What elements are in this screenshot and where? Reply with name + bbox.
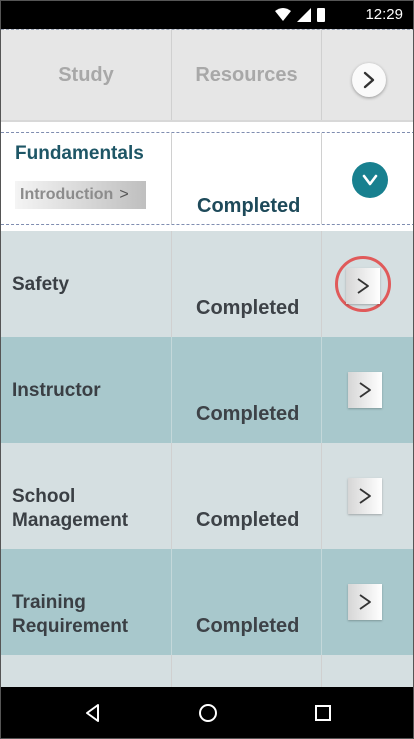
lesson-row-instructor[interactable]: Instructor Completed — [1, 337, 413, 443]
open-lesson-button[interactable] — [346, 268, 380, 304]
column-divider — [171, 443, 172, 549]
lesson-name-line: Safety — [12, 274, 70, 295]
module-title: Fundamentals — [15, 143, 144, 164]
collapse-module-button[interactable] — [352, 162, 388, 198]
introduction-label: Introduction — [20, 186, 114, 203]
lesson-name: Safety — [12, 273, 69, 297]
open-lesson-button[interactable] — [348, 372, 382, 408]
lesson-list: Safety Completed Instructor Completed Sc… — [1, 231, 413, 687]
column-divider — [171, 133, 172, 224]
lesson-name-line: Training — [12, 592, 86, 613]
header-next-button[interactable] — [352, 63, 386, 97]
column-divider — [321, 443, 322, 549]
column-divider — [321, 549, 322, 655]
lesson-name: Instructor — [12, 379, 101, 403]
signal-icon — [297, 8, 311, 22]
lesson-name: Training Requirement — [12, 591, 128, 639]
column-divider — [321, 337, 322, 443]
chevron-right-icon — [363, 71, 375, 89]
lesson-row-training-requirement[interactable]: Training Requirement Completed — [1, 549, 413, 655]
lesson-status: Completed — [196, 509, 300, 531]
lesson-name-line: Instructor — [12, 380, 101, 401]
column-divider — [171, 549, 172, 655]
column-divider — [171, 337, 172, 443]
introduction-arrow: > — [119, 186, 129, 203]
header-resources[interactable]: Resources — [172, 30, 321, 121]
status-icons — [275, 7, 325, 23]
introduction-button[interactable]: Introduction > — [15, 181, 146, 209]
status-bar: 12:29 — [1, 1, 413, 29]
lesson-name-line: School — [12, 486, 76, 507]
navigation-bar — [1, 687, 413, 738]
column-divider — [171, 655, 172, 687]
app-screen: 12:29 Study Resources Fundamentals Intro… — [0, 0, 414, 739]
lesson-name: School Management — [12, 485, 128, 533]
chevron-right-icon — [359, 594, 371, 610]
lesson-row-safety[interactable]: Safety Completed — [1, 231, 413, 337]
lesson-status: Completed — [196, 403, 300, 425]
table-header: Study Resources — [1, 29, 413, 122]
back-icon[interactable] — [81, 701, 105, 725]
module-row-expanded: Fundamentals Introduction > Completed — [1, 132, 413, 225]
lesson-row-school-management[interactable]: School Management Completed — [1, 443, 413, 549]
chevron-right-icon — [359, 488, 371, 504]
chevron-down-icon — [362, 174, 378, 186]
status-time: 12:29 — [365, 6, 403, 23]
module-status: Completed — [197, 195, 301, 217]
chevron-right-icon — [359, 382, 371, 398]
lesson-status: Completed — [196, 297, 300, 319]
open-lesson-button[interactable] — [348, 478, 382, 514]
column-divider — [171, 231, 172, 337]
column-divider — [321, 655, 322, 687]
battery-icon — [317, 8, 325, 22]
column-divider — [321, 231, 322, 337]
home-icon[interactable] — [196, 701, 220, 725]
lesson-status: Completed — [196, 615, 300, 637]
wifi-icon — [275, 8, 291, 21]
open-lesson-button[interactable] — [348, 584, 382, 620]
header-study[interactable]: Study — [1, 30, 171, 121]
lesson-row-partial — [1, 655, 413, 687]
lesson-name-line: Requirement — [12, 616, 129, 637]
lesson-name-line: Management — [12, 510, 129, 531]
column-divider — [321, 133, 322, 224]
column-divider — [321, 30, 322, 120]
recents-icon[interactable] — [311, 701, 335, 725]
chevron-right-icon — [357, 278, 369, 294]
